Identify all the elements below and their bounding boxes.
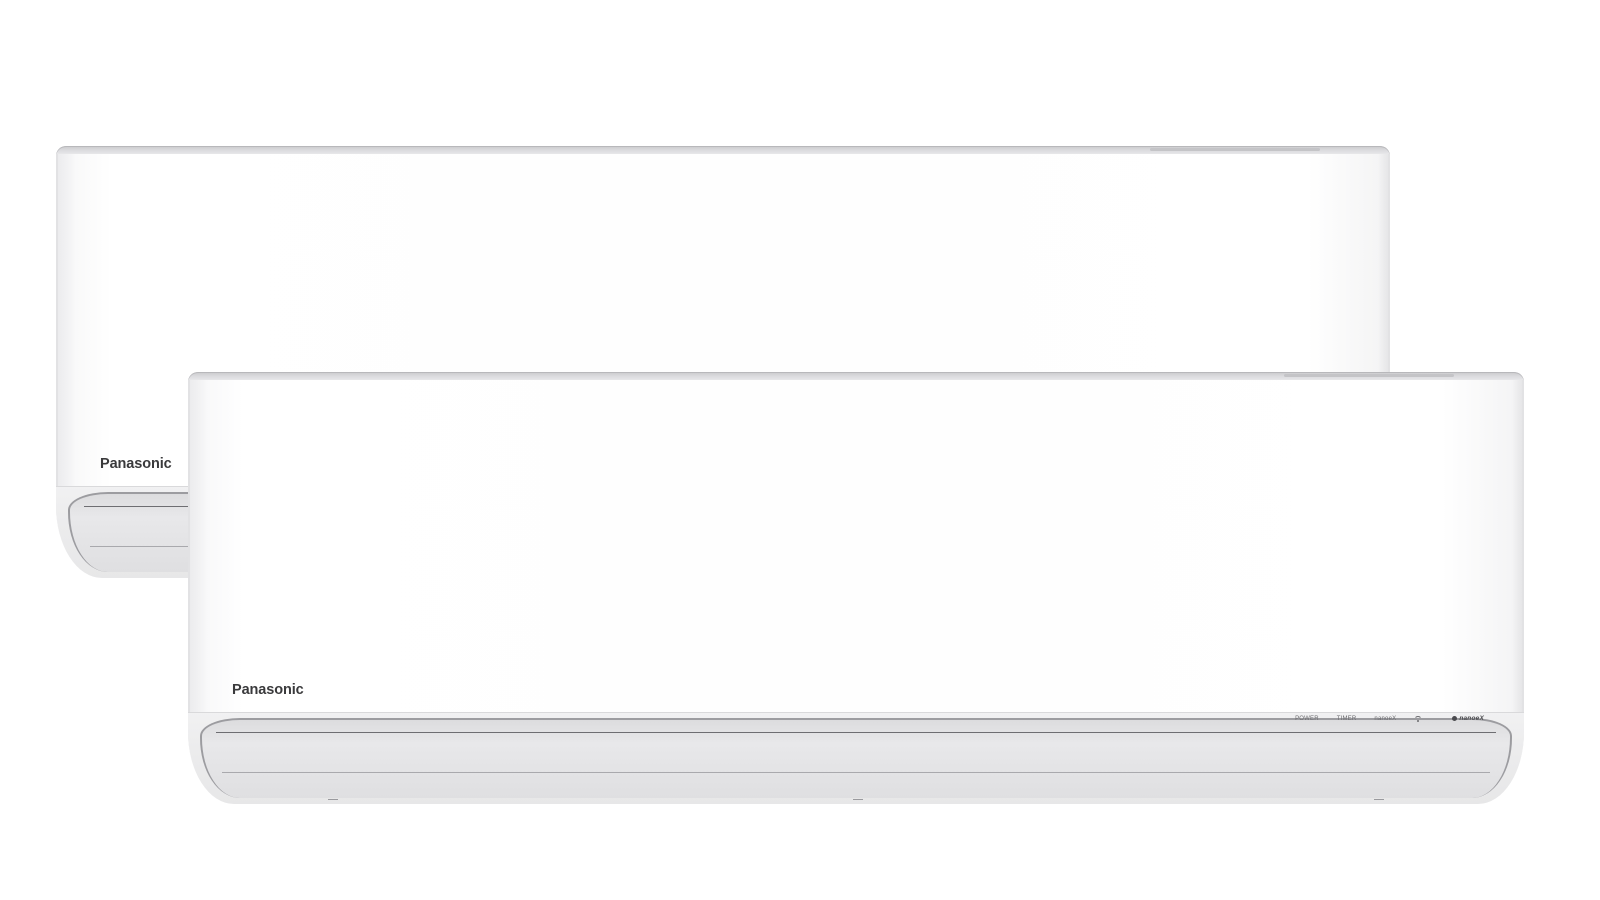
front-panel: Panasonic <box>188 380 1524 720</box>
louver <box>200 718 1512 798</box>
timer-indicator-label: TIMER <box>1336 715 1357 722</box>
product-image: Panasonic Panasonic POWER TIMER nanoeX n… <box>0 0 1600 900</box>
nanoe-dot-icon <box>1452 716 1458 721</box>
indicator-strip: POWER TIMER nanoeX nanoeX <box>1295 715 1484 722</box>
nanoe-indicator-label: nanoeX <box>1374 715 1397 722</box>
wifi-icon <box>1414 715 1423 722</box>
brand-logo: Panasonic <box>100 456 172 472</box>
nanoe-logo-text: nanoeX <box>1459 715 1484 722</box>
nanoe-logo: nanoeX <box>1452 715 1484 722</box>
foot-mark <box>853 799 863 804</box>
power-indicator-label: POWER <box>1295 715 1319 722</box>
louver-housing <box>188 712 1524 804</box>
foot-mark <box>1374 799 1384 804</box>
foot-mark <box>328 799 338 804</box>
air-conditioner-unit-front: Panasonic POWER TIMER nanoeX nanoeX <box>188 372 1524 804</box>
brand-logo: Panasonic <box>232 682 304 698</box>
